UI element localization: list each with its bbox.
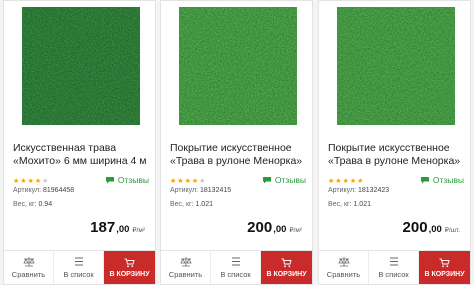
star-icon: ★	[20, 178, 28, 185]
grass-photo-icon	[22, 7, 140, 125]
price: 200 ,00 ₽/шт.	[403, 219, 460, 236]
product-card[interactable]: Покрытие искусственное «Трава в рулоне М…	[318, 0, 471, 285]
list-label: В список	[220, 270, 251, 279]
weight-value: 0.94	[38, 201, 53, 208]
star-icon: ★	[199, 178, 207, 185]
article-value: 18132415	[200, 187, 232, 194]
scales-icon	[179, 257, 192, 267]
reviews-label[interactable]: Отзывы	[275, 175, 306, 185]
reviews-label[interactable]: Отзывы	[118, 175, 149, 185]
star-icon: ★	[335, 178, 343, 185]
weight-value: 1.021	[353, 201, 371, 208]
add-to-cart-button[interactable]: В КОРЗИНУ	[104, 251, 155, 284]
product-image[interactable]	[22, 7, 140, 125]
price-decimal: ,00	[428, 224, 442, 235]
star-icon: ★	[184, 178, 192, 185]
scales-icon	[22, 257, 35, 267]
cart-label: В КОРЗИНУ	[424, 270, 465, 278]
article-label: Артикул:	[170, 187, 199, 194]
product-card[interactable]: Покрытие искусственное «Трава в рулоне М…	[160, 0, 313, 285]
reviews-link[interactable]: Отзывы	[105, 175, 149, 185]
product-title[interactable]: Покрытие искусственное «Трава в рулоне М…	[328, 142, 466, 167]
price-unit: ₽/м²	[289, 227, 302, 234]
add-to-list-button[interactable]: В список	[369, 251, 419, 284]
product-title[interactable]: Искусственная трава «Мохито» 6 мм ширина…	[13, 142, 151, 167]
rating-stars: ★★★★★	[13, 177, 49, 185]
rating-stars: ★★★★★	[170, 177, 206, 185]
reviews-label[interactable]: Отзывы	[433, 175, 464, 185]
reviews-link[interactable]: Отзывы	[262, 175, 306, 185]
cart-icon	[281, 258, 292, 267]
article-label: Артикул:	[13, 187, 42, 194]
card-actions: Сравнить В список В КОРЗИНУ	[4, 250, 155, 284]
star-icon: ★	[342, 178, 350, 185]
cart-label: В КОРЗИНУ	[266, 270, 307, 278]
price-integer: 200	[402, 219, 428, 236]
price-decimal: ,00	[273, 224, 287, 235]
star-icon: ★	[357, 178, 365, 185]
cart-label: В КОРЗИНУ	[109, 270, 150, 278]
article-label: Артикул:	[328, 187, 357, 194]
list-label: В список	[63, 270, 94, 279]
scales-icon	[337, 257, 350, 267]
article-row: Артикул: 18132415	[170, 187, 231, 194]
weight-row: Вес, кг: 1.021	[328, 201, 371, 208]
weight-label: Вес, кг:	[13, 201, 37, 208]
weight-row: Вес, кг: 0.94	[13, 201, 52, 208]
article-row: Артикул: 18132423	[328, 187, 389, 194]
compare-button[interactable]: Сравнить	[161, 251, 211, 284]
product-image[interactable]	[179, 7, 297, 125]
product-title[interactable]: Покрытие искусственное «Трава в рулоне М…	[170, 142, 308, 167]
cart-icon	[124, 258, 135, 267]
add-to-cart-button[interactable]: В КОРЗИНУ	[261, 251, 312, 284]
compare-button[interactable]: Сравнить	[319, 251, 369, 284]
compare-label: Сравнить	[11, 270, 46, 279]
chat-bubble-icon	[105, 177, 114, 184]
weight-row: Вес, кг: 1.021	[170, 201, 213, 208]
star-icon: ★	[42, 178, 50, 185]
price-unit: ₽/м²	[132, 227, 145, 234]
list-label: В список	[378, 270, 409, 279]
list-icon	[231, 257, 240, 266]
grass-photo-icon	[179, 7, 297, 125]
article-value: 18132423	[358, 187, 390, 194]
compare-label: Сравнить	[326, 270, 361, 279]
price-unit: ₽/шт.	[444, 227, 460, 234]
article-row: Артикул: 81964458	[13, 187, 74, 194]
star-icon: ★	[27, 178, 35, 185]
product-grid: Искусственная трава «Мохито» 6 мм ширина…	[0, 0, 474, 285]
product-card[interactable]: Искусственная трава «Мохито» 6 мм ширина…	[3, 0, 156, 285]
price: 200 ,00 ₽/м²	[247, 219, 302, 236]
price: 187 ,00 ₽/м²	[90, 219, 145, 236]
price-decimal: ,00	[116, 224, 130, 235]
chat-bubble-icon	[420, 177, 429, 184]
weight-label: Вес, кг:	[328, 201, 352, 208]
compare-label: Сравнить	[168, 270, 203, 279]
star-icon: ★	[177, 178, 185, 185]
weight-value: 1.021	[195, 201, 213, 208]
price-integer: 187	[90, 219, 116, 236]
card-actions: Сравнить В список В КОРЗИНУ	[319, 250, 470, 284]
compare-button[interactable]: Сравнить	[4, 251, 54, 284]
card-actions: Сравнить В список В КОРЗИНУ	[161, 250, 312, 284]
chat-bubble-icon	[262, 177, 271, 184]
list-icon	[74, 257, 83, 266]
weight-label: Вес, кг:	[170, 201, 194, 208]
cart-icon	[439, 258, 450, 267]
article-value: 81964458	[43, 187, 75, 194]
add-to-list-button[interactable]: В список	[54, 251, 104, 284]
add-to-cart-button[interactable]: В КОРЗИНУ	[419, 251, 470, 284]
rating-stars: ★★★★★	[328, 177, 364, 185]
product-image[interactable]	[337, 7, 455, 125]
list-icon	[389, 257, 398, 266]
add-to-list-button[interactable]: В список	[211, 251, 261, 284]
grass-photo-icon	[337, 7, 455, 125]
reviews-link[interactable]: Отзывы	[420, 175, 464, 185]
price-integer: 200	[247, 219, 273, 236]
